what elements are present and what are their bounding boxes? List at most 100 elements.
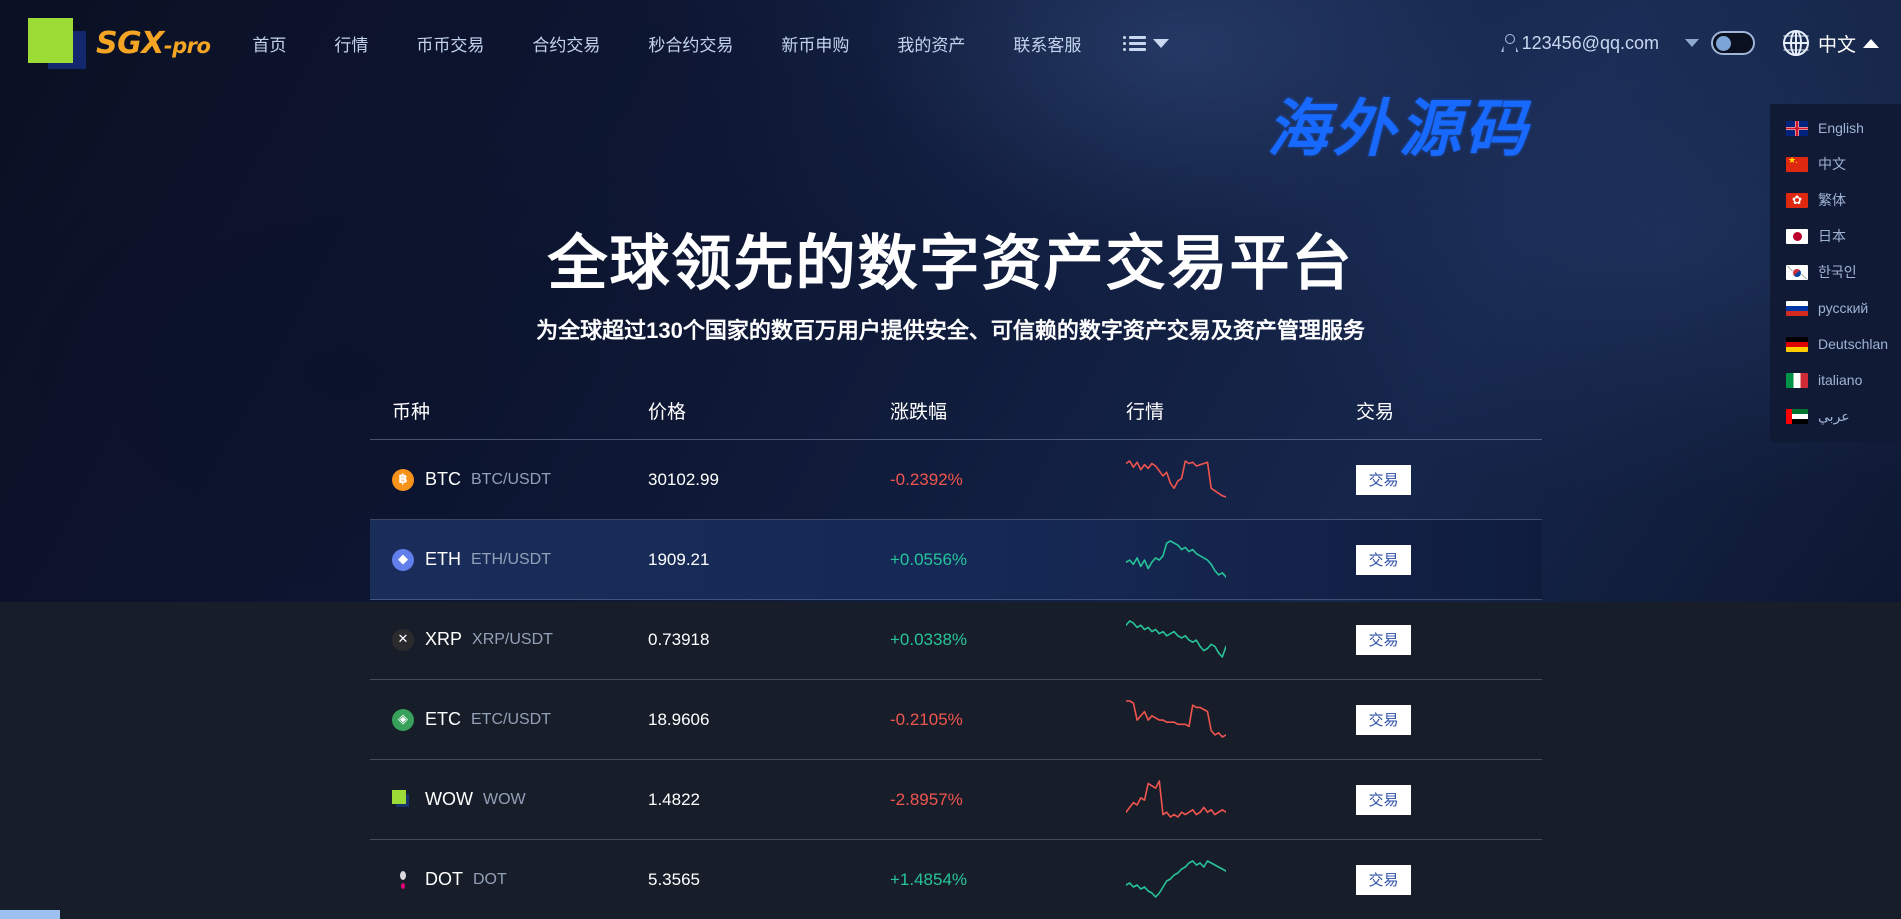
market-row-sparkline	[1126, 697, 1356, 743]
language-option-label: italiano	[1818, 372, 1863, 388]
market-row-change: +1.4854%	[890, 869, 968, 889]
more-menu-button[interactable]	[1123, 35, 1170, 51]
market-row-coin: ฿ BTC BTC/USDT	[370, 468, 648, 491]
market-row-trade-cell: 交易	[1356, 624, 1542, 655]
table-row[interactable]: ✕ XRP XRP/USDT 0.73918 +0.0338% 交易	[370, 600, 1542, 680]
language-option-label: 繁体	[1818, 192, 1846, 208]
market-row-change: -0.2392%	[890, 469, 963, 489]
language-option-arabic[interactable]: عربي	[1770, 398, 1901, 434]
globe-icon[interactable]	[1782, 30, 1809, 56]
dot-coin-icon	[392, 869, 414, 891]
language-option-label: 日本	[1818, 228, 1846, 244]
flag-hongkong-icon	[1786, 192, 1808, 208]
market-row-coin: DOT DOT	[370, 869, 648, 891]
language-option-korean[interactable]: 한국인	[1770, 254, 1901, 290]
language-option-label: 한국인	[1818, 264, 1857, 280]
logo-mark-icon	[28, 18, 90, 69]
market-table-header: 币种 价格 涨跌幅 行情 交易	[370, 382, 1542, 440]
language-option-german[interactable]: Deutschlan	[1770, 326, 1901, 362]
language-current-label[interactable]: 中文	[1818, 30, 1856, 57]
language-option-english[interactable]: English	[1770, 110, 1901, 146]
market-row-trade-cell: 交易	[1356, 704, 1542, 735]
market-row-price: 30102.99	[648, 469, 719, 489]
language-option-label: русский	[1818, 300, 1869, 316]
language-option-traditional[interactable]: 繁体	[1770, 182, 1901, 218]
flag-korea-icon	[1786, 264, 1808, 280]
market-row-price: 1909.21	[648, 549, 710, 569]
nav-item-spot[interactable]: 币币交易	[416, 31, 484, 56]
market-row-change: +0.0338%	[890, 629, 968, 649]
coin-pair: DOT	[473, 870, 507, 888]
coin-symbol: DOT	[425, 869, 463, 889]
trade-button[interactable]: 交易	[1356, 704, 1411, 735]
market-row-coin: ◆ ETH ETH/USDT	[370, 548, 648, 571]
flag-italy-icon	[1786, 372, 1808, 388]
xrp-coin-icon: ✕	[392, 628, 414, 651]
table-row[interactable]: ◈ ETC ETC/USDT 18.9606 -0.2105% 交易	[370, 680, 1542, 760]
horizontal-scrollbar-thumb[interactable]	[0, 910, 60, 919]
language-option-label: Deutschlan	[1818, 336, 1889, 352]
coin-symbol: ETC	[425, 709, 461, 729]
market-row-sparkline	[1126, 537, 1356, 583]
nav-item-new-coin[interactable]: 新币申购	[781, 31, 849, 56]
trade-button[interactable]: 交易	[1356, 864, 1411, 895]
market-row-change: -2.8957%	[890, 789, 963, 809]
logo-square-green	[28, 18, 73, 63]
wow-coin-icon	[392, 789, 414, 811]
table-row[interactable]: DOT DOT 5.3565 +1.4854% 交易	[370, 840, 1542, 919]
market-row-coin: ✕ XRP XRP/USDT	[370, 628, 648, 651]
etc-coin-icon: ◈	[392, 708, 414, 731]
coin-symbol: XRP	[425, 629, 463, 649]
market-row-sparkline	[1126, 857, 1356, 903]
language-option-italian[interactable]: italiano	[1770, 362, 1901, 398]
table-row[interactable]: WOW WOW 1.4822 -2.8957% 交易	[370, 760, 1542, 840]
market-row-sparkline	[1126, 777, 1356, 823]
language-caret-up-icon[interactable]	[1863, 38, 1879, 48]
eth-coin-icon: ◆	[392, 548, 414, 571]
coin-symbol: BTC	[425, 469, 461, 489]
market-row-trade-cell: 交易	[1356, 464, 1542, 495]
logo-text-suffix: -pro	[163, 33, 211, 58]
flag-germany-icon	[1786, 336, 1808, 352]
account-dropdown-caret-icon[interactable]	[1684, 39, 1699, 47]
coin-pair: BTC/USDT	[471, 470, 551, 488]
market-row-price: 18.9606	[648, 709, 710, 729]
nav-item-second-contract[interactable]: 秒合约交易	[648, 31, 733, 56]
flag-uk-icon	[1786, 120, 1808, 136]
coin-symbol: WOW	[425, 789, 473, 809]
market-table-body: ฿ BTC BTC/USDT 30102.99 -0.2392% 交易 ◆ ETH ETH/US…	[370, 440, 1542, 919]
logo-text-main: SGX	[96, 25, 164, 61]
column-header-trade: 交易	[1356, 402, 1395, 423]
language-option-chinese[interactable]: 中文	[1770, 146, 1901, 182]
flag-russia-icon	[1786, 300, 1808, 316]
market-row-trade-cell: 交易	[1356, 784, 1542, 815]
account-menu[interactable]: 123456@qq.com	[1501, 33, 1659, 54]
trade-button[interactable]: 交易	[1356, 544, 1411, 575]
trade-button[interactable]: 交易	[1356, 784, 1411, 815]
market-table: 币种 价格 涨跌幅 行情 交易 ฿ BTC BTC/USDT 30102.99 -0.2…	[370, 382, 1542, 919]
trade-button[interactable]: 交易	[1356, 624, 1411, 655]
market-row-price: 5.3565	[648, 869, 700, 889]
language-option-russian[interactable]: русский	[1770, 290, 1901, 326]
nav-item-assets[interactable]: 我的资产	[897, 31, 965, 56]
column-header-change: 涨跌幅	[890, 402, 948, 423]
brand-logo[interactable]: SGX-pro	[28, 18, 211, 69]
nav-item-contract[interactable]: 合约交易	[532, 31, 600, 56]
nav-item-home[interactable]: 首页	[252, 31, 286, 56]
market-row-change: -0.2105%	[890, 709, 963, 729]
table-row[interactable]: ◆ ETH ETH/USDT 1909.21 +0.0556% 交易	[370, 520, 1542, 600]
market-row-trade-cell: 交易	[1356, 864, 1542, 895]
language-option-japanese[interactable]: 日本	[1770, 218, 1901, 254]
table-row[interactable]: ฿ BTC BTC/USDT 30102.99 -0.2392% 交易	[370, 440, 1542, 520]
column-header-coin: 币种	[392, 402, 431, 423]
list-menu-icon	[1123, 35, 1147, 51]
site-header: SGX-pro 首页 行情 币币交易 合约交易 秒合约交易 新币申购 我的资产 …	[0, 0, 1901, 86]
main-navigation: 首页 行情 币币交易 合约交易 秒合约交易 新币申购 我的资产 联系客服	[252, 31, 1170, 56]
theme-toggle-switch[interactable]	[1710, 31, 1755, 55]
flag-uae-icon	[1786, 408, 1808, 424]
column-header-chart: 行情	[1126, 402, 1165, 423]
nav-item-support[interactable]: 联系客服	[1013, 31, 1081, 56]
coin-pair: WOW	[482, 790, 526, 808]
trade-button[interactable]: 交易	[1356, 464, 1411, 495]
nav-item-markets[interactable]: 行情	[334, 31, 368, 56]
